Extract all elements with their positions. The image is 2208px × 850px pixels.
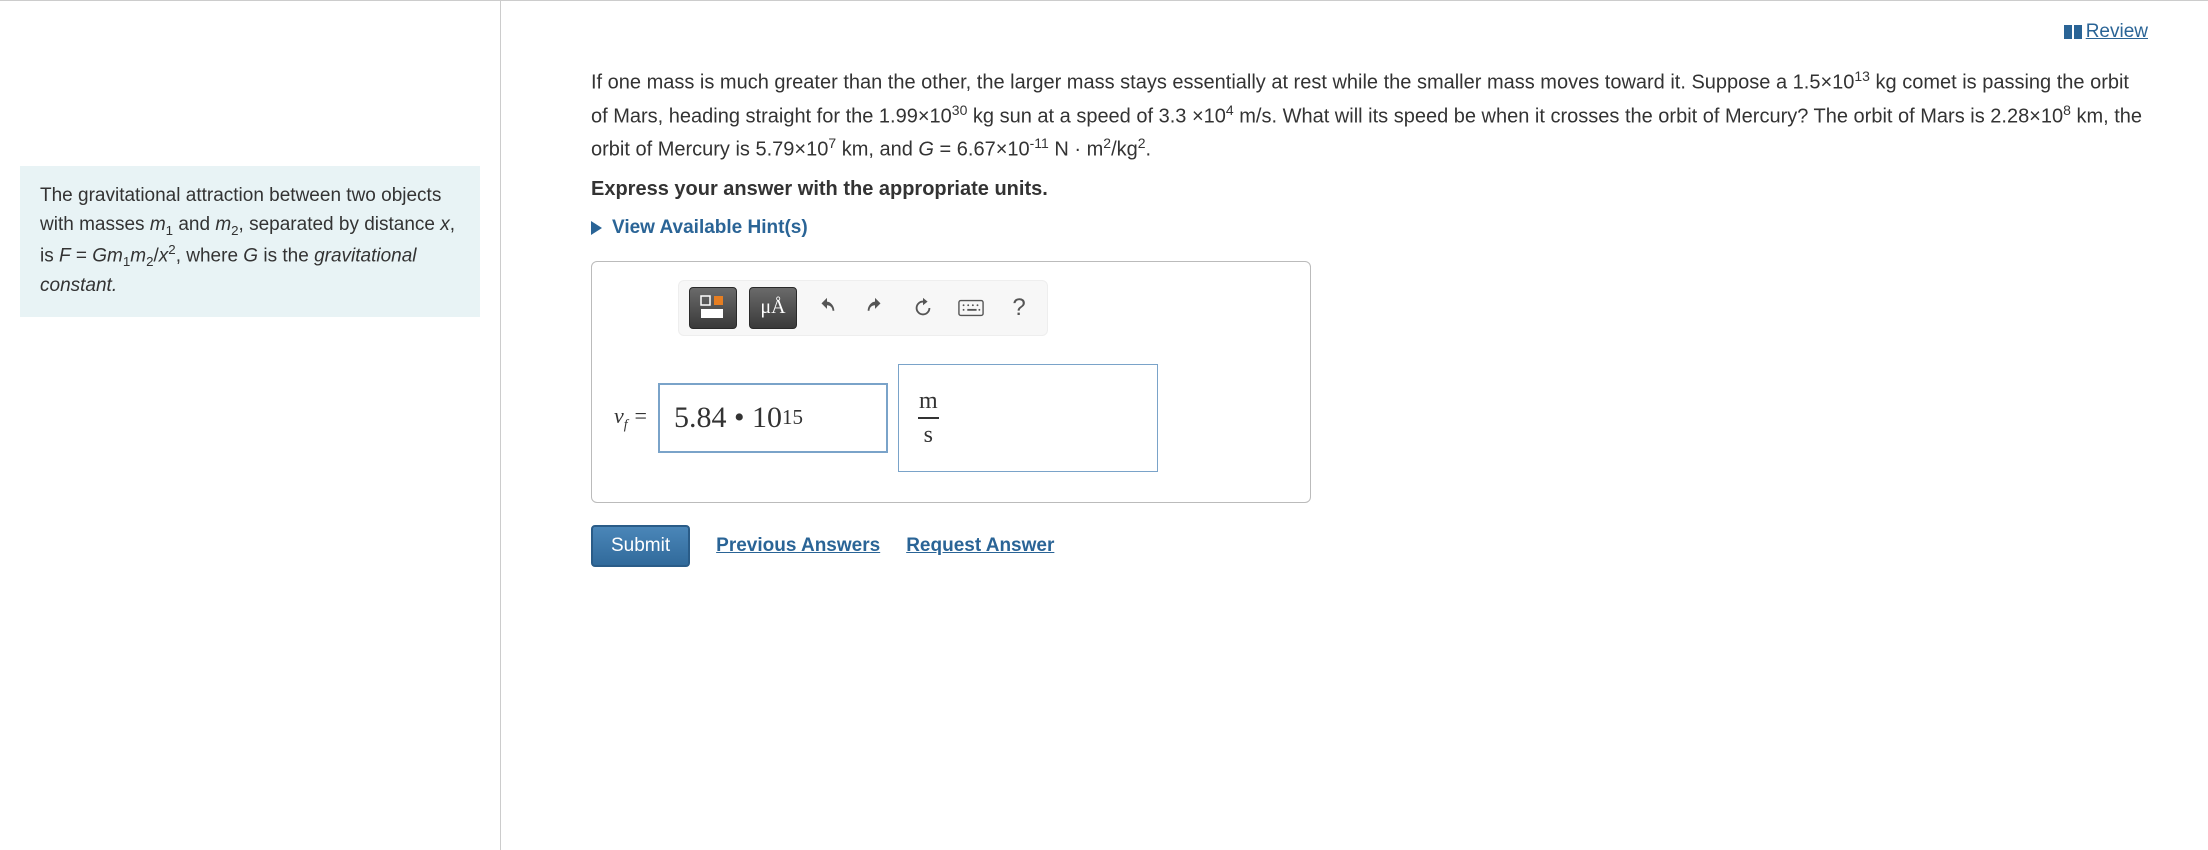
symbols-label: μÅ: [760, 296, 785, 319]
equation-toolbar: μÅ ?: [678, 280, 1048, 336]
symbols-button[interactable]: μÅ: [749, 287, 797, 329]
view-hints[interactable]: View Available Hint(s): [591, 217, 808, 239]
undo-button[interactable]: [809, 290, 845, 326]
unit-fraction: m s: [913, 388, 944, 449]
hints-label: View Available Hint(s): [612, 217, 808, 239]
answer-unit-input[interactable]: m s: [898, 364, 1158, 472]
problem-statement: If one mass is much greater than the oth…: [591, 65, 2148, 166]
review-label: Review: [2086, 21, 2148, 43]
unit-denominator: s: [918, 417, 939, 448]
reset-button[interactable]: [905, 290, 941, 326]
reset-icon: [912, 297, 934, 319]
keyboard-button[interactable]: [953, 290, 989, 326]
unit-numerator: m: [913, 388, 944, 417]
undo-icon: [816, 297, 838, 319]
keyboard-icon: [958, 299, 984, 317]
previous-answers-link[interactable]: Previous Answers: [716, 535, 880, 557]
help-button[interactable]: ?: [1001, 290, 1037, 326]
pages-icon: [2064, 25, 2082, 39]
redo-button[interactable]: [857, 290, 893, 326]
submit-button[interactable]: Submit: [591, 525, 690, 567]
chevron-right-icon: [591, 221, 602, 235]
answer-value-input[interactable]: 5.84 • 1015: [658, 383, 888, 453]
express-instruction: Express your answer with the appropriate…: [591, 178, 2148, 201]
redo-icon: [864, 297, 886, 319]
request-answer-link[interactable]: Request Answer: [906, 535, 1054, 557]
answer-variable: vf =: [614, 403, 648, 433]
templates-icon: [699, 294, 727, 322]
templates-button[interactable]: [689, 287, 737, 329]
answer-panel: μÅ ?: [591, 261, 1311, 503]
info-box: The gravitational attraction between two…: [20, 166, 480, 317]
review-link[interactable]: Review: [2064, 21, 2148, 43]
